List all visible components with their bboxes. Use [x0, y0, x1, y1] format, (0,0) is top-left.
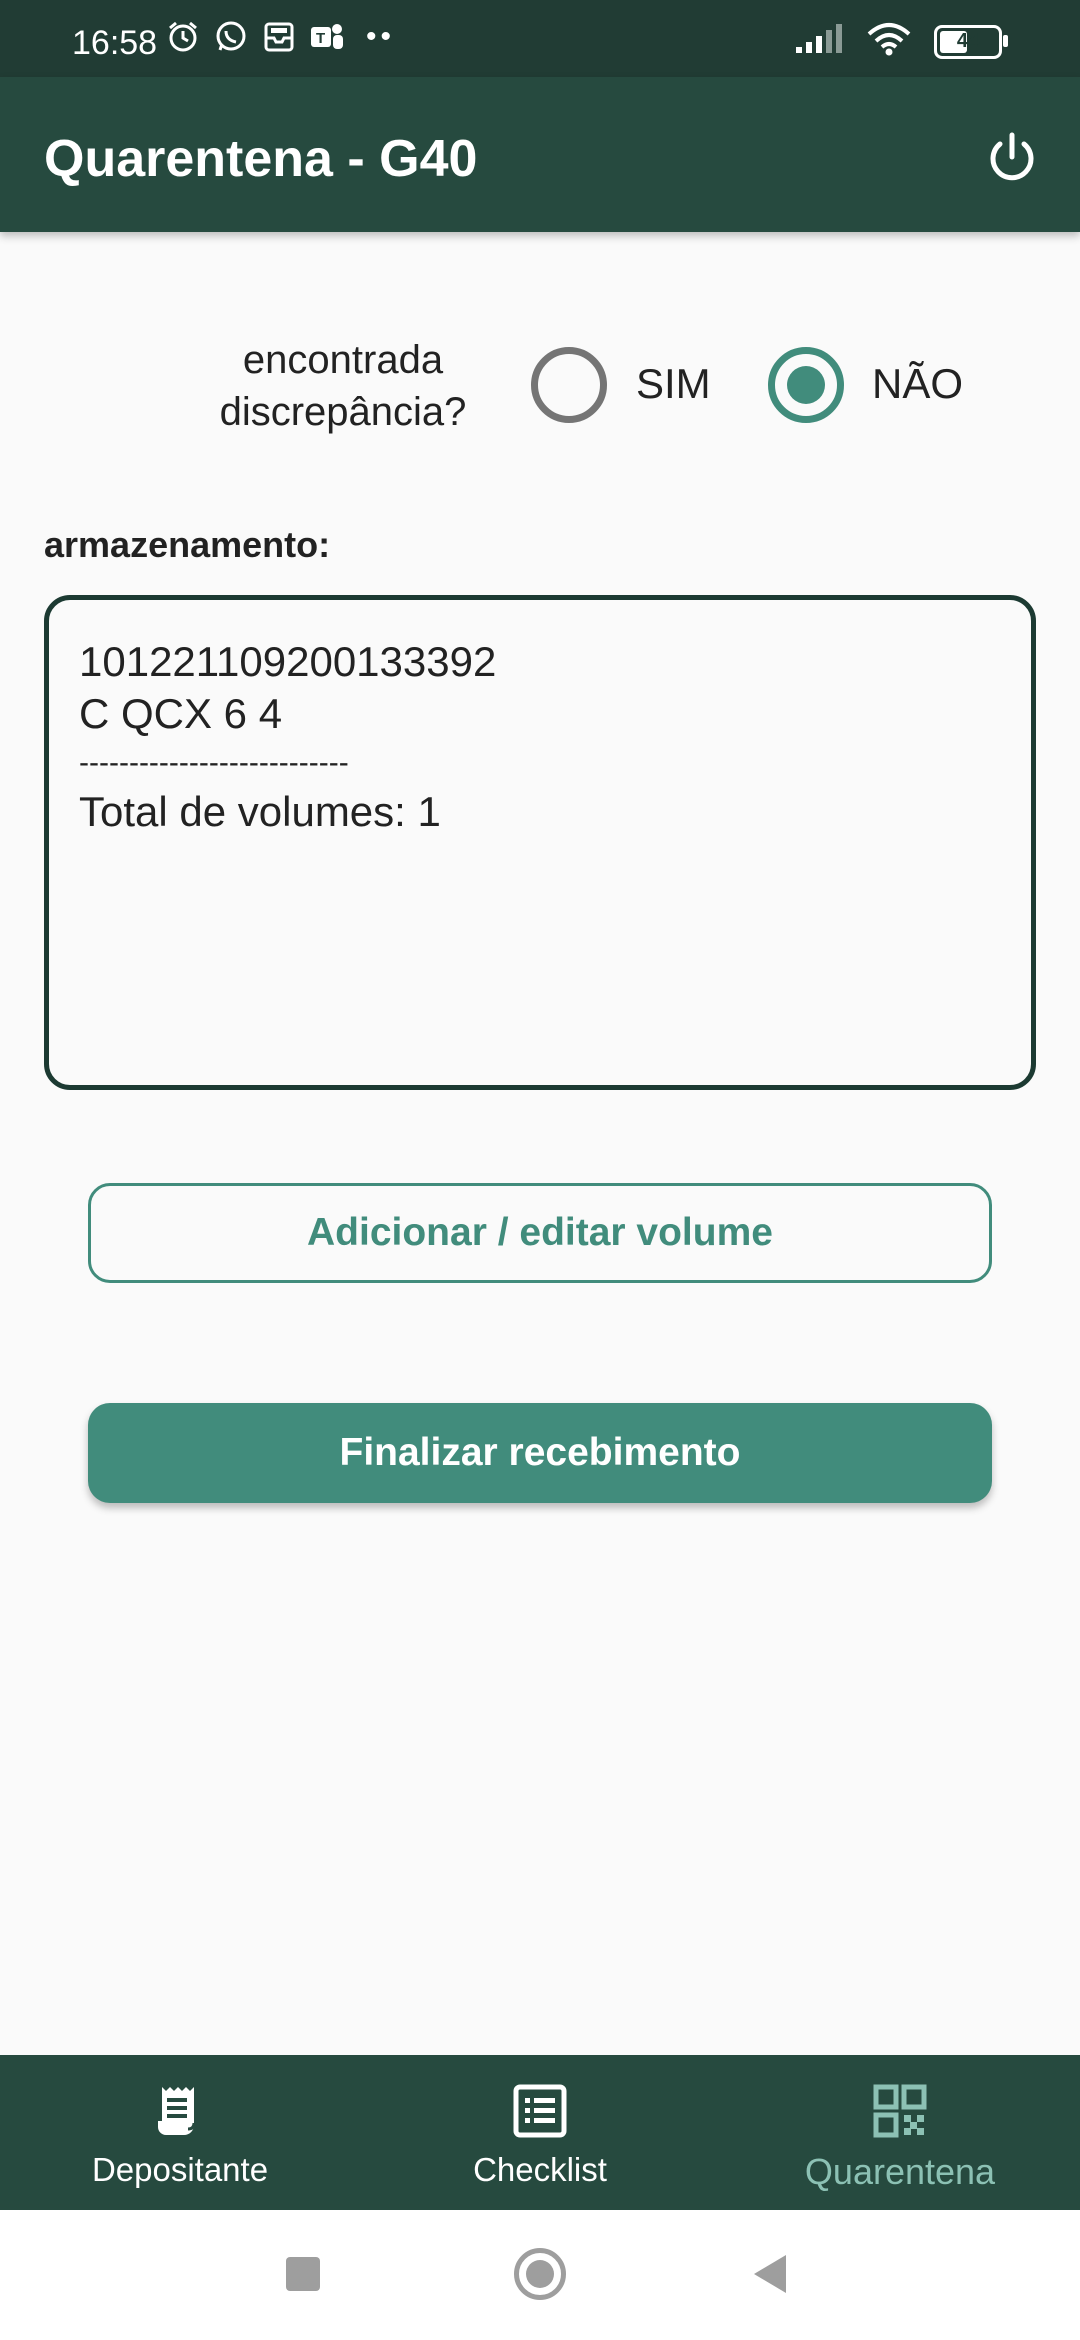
- whatsapp-icon: [212, 18, 250, 56]
- radio-sim-label[interactable]: SIM: [636, 360, 711, 408]
- inbox-icon: [260, 18, 298, 56]
- status-time: 16:58: [72, 24, 158, 62]
- alarm-icon: [164, 18, 202, 56]
- storage-textarea[interactable]: 101221109200133392 C QCX 6 4 -----------…: [44, 595, 1036, 1090]
- nav-item-checklist[interactable]: Checklist: [360, 2055, 720, 2210]
- nav-label-quarentena: Quarentena: [804, 2151, 996, 2192]
- teams-icon: T: [308, 18, 346, 56]
- storage-label: armazenamento:: [44, 524, 331, 565]
- page-title: Quarentena - G40: [44, 130, 478, 188]
- signal-icon: [794, 23, 844, 60]
- notification-icons: T ••: [164, 18, 395, 56]
- radio-sim[interactable]: [531, 347, 607, 423]
- status-bar: 16:58 T •• 44: [0, 0, 1080, 77]
- nav-item-depositante[interactable]: Depositante: [0, 2055, 360, 2210]
- discrepancy-question: encontrada discrepância?: [190, 334, 496, 438]
- recents-button[interactable]: [286, 2257, 320, 2291]
- back-button[interactable]: [754, 2255, 786, 2293]
- qr-code-icon: [872, 2083, 928, 2139]
- finish-receipt-button[interactable]: Finalizar recebimento: [88, 1403, 992, 1503]
- storage-line: 101221109200133392: [79, 638, 497, 685]
- wifi-icon: [866, 22, 912, 61]
- storage-line: C QCX 6 4: [79, 690, 283, 737]
- battery-icon: 44: [934, 24, 1008, 59]
- bottom-navigation: Depositante Checklist Quarentena: [0, 2055, 1080, 2210]
- home-button[interactable]: [514, 2248, 566, 2300]
- radio-nao-label[interactable]: NÃO: [872, 360, 963, 408]
- storage-line: ---------------------------: [79, 746, 349, 779]
- storage-line: Total de volumes: 1: [79, 788, 441, 835]
- nav-label-checklist: Checklist: [473, 2151, 607, 2188]
- more-dots-icon: ••: [366, 20, 396, 53]
- receipt-icon: [152, 2083, 208, 2139]
- add-edit-volume-button[interactable]: Adicionar / editar volume: [88, 1183, 992, 1283]
- question-line-2: discrepância?: [219, 390, 467, 434]
- question-line-1: encontrada: [242, 338, 444, 382]
- nav-item-quarentena[interactable]: Quarentena: [720, 2055, 1080, 2210]
- radio-selected-dot: [787, 366, 825, 404]
- radio-nao[interactable]: [768, 347, 844, 423]
- nav-label-depositante: Depositante: [91, 2151, 269, 2188]
- system-status-icons: 44: [794, 22, 1008, 61]
- battery-level: 44: [956, 30, 980, 52]
- checklist-icon: [512, 2083, 568, 2139]
- power-icon[interactable]: [982, 127, 1042, 187]
- svg-text:T: T: [316, 30, 325, 47]
- app-bar: Quarentena - G40: [0, 77, 1080, 232]
